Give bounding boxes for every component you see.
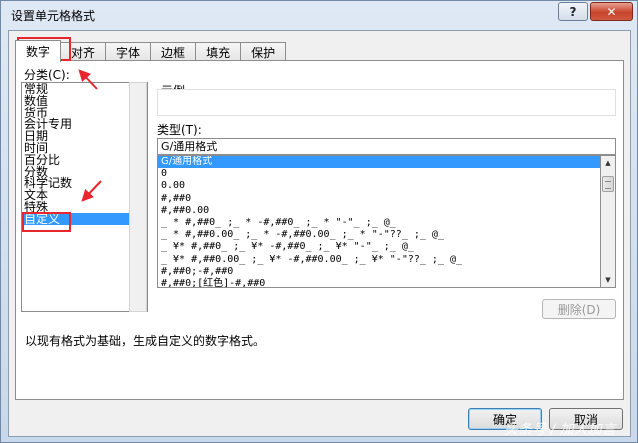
arrow-to-number-tab — [78, 69, 98, 90]
tab-number[interactable]: 数字 — [15, 40, 62, 62]
arrow-to-custom-item — [81, 180, 102, 202]
format-cells-dialog: 设置单元格格式 ? ✕ 数字 对齐 字体 边框 填充 保护 分类(C): 常规 … — [0, 0, 638, 443]
annotation-arrows — [78, 69, 102, 202]
watermark: 头条号 / 加人加言 — [504, 422, 616, 438]
